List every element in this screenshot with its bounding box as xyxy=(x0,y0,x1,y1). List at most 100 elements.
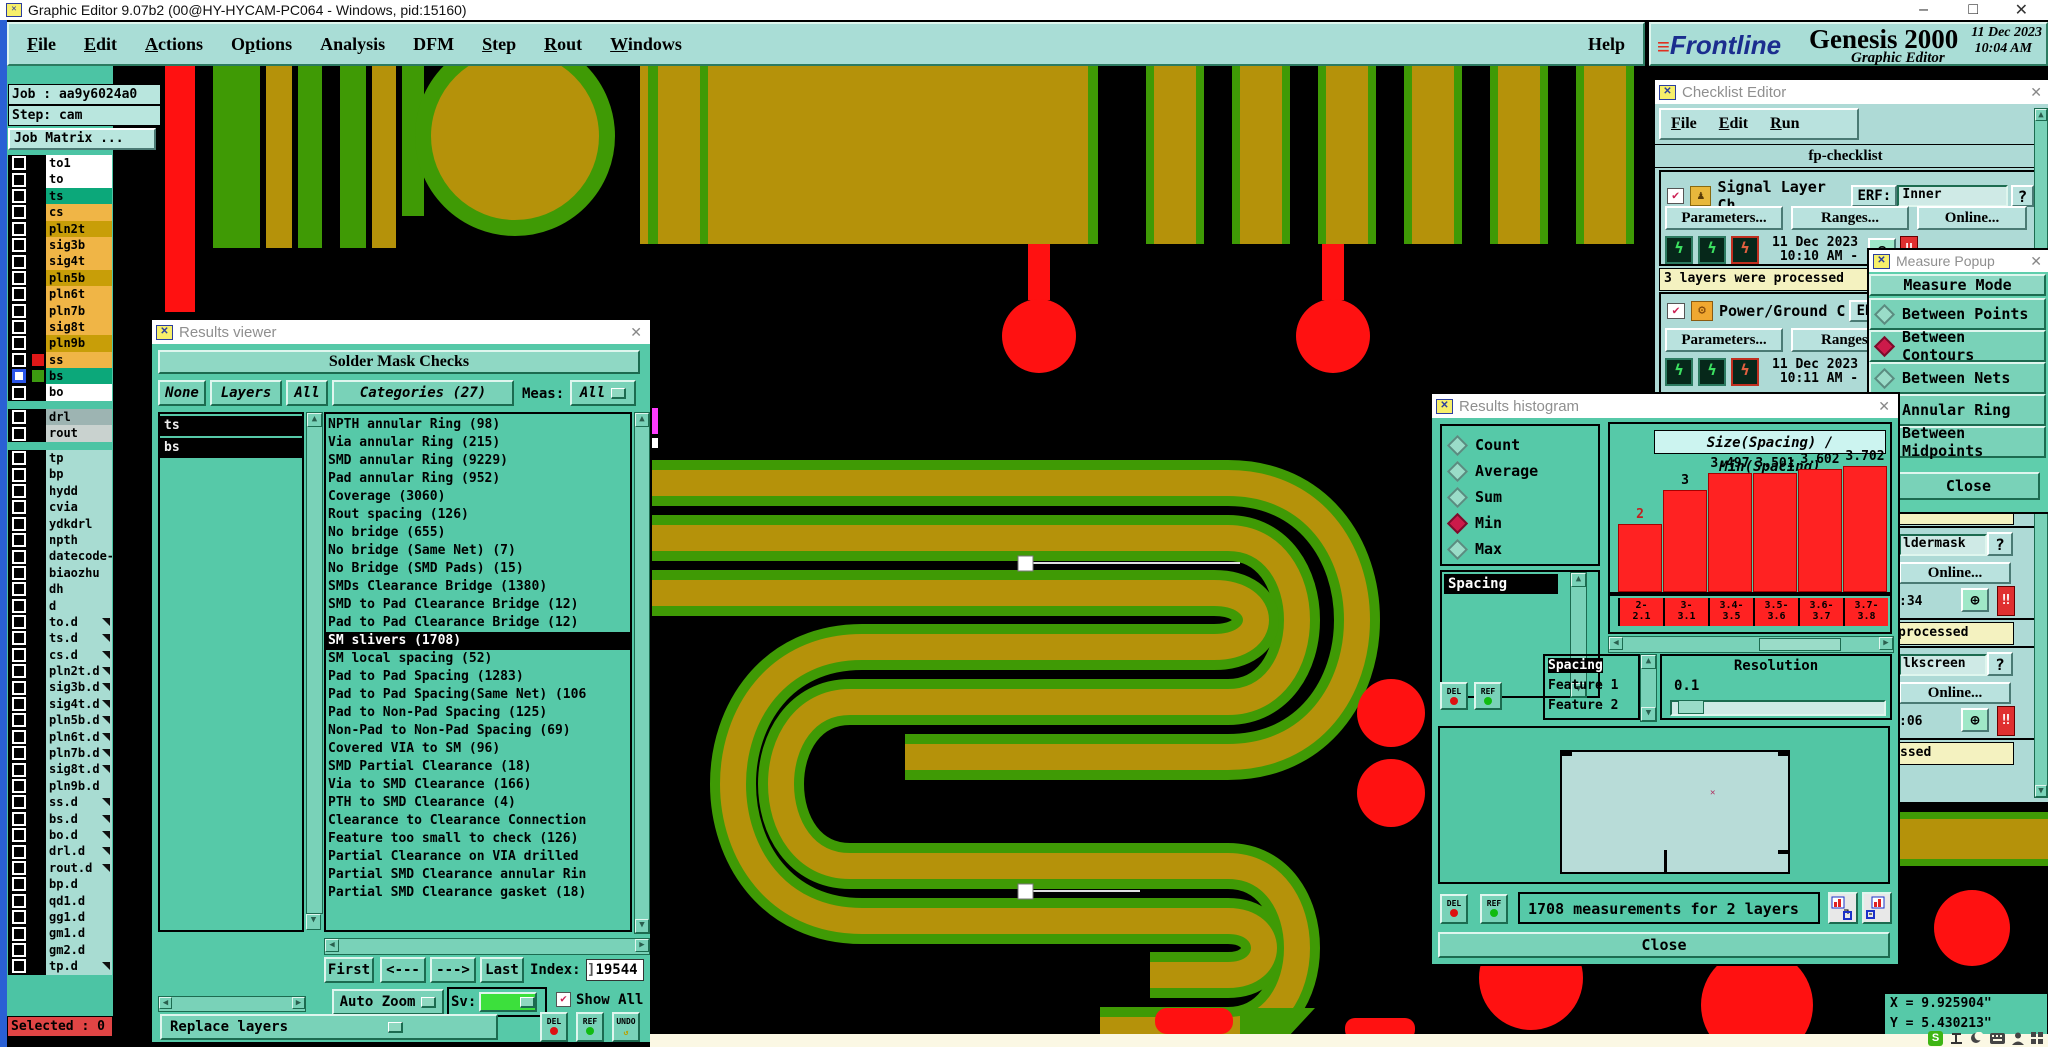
layer-color-chip[interactable] xyxy=(30,286,46,303)
run-all-icon[interactable]: ϟ xyxy=(1731,358,1759,386)
layer-color-chip[interactable] xyxy=(30,269,46,287)
stat-option-average[interactable]: Average xyxy=(1442,458,1598,484)
layer-visibility-checkbox[interactable] xyxy=(8,548,30,565)
layer-color-chip[interactable] xyxy=(30,384,46,401)
layer-color-chip[interactable] xyxy=(30,630,46,647)
run-selected-icon[interactable]: ϟ xyxy=(1698,358,1726,386)
menu-windows[interactable]: Windows xyxy=(610,34,682,55)
category-item[interactable]: SMDs Clearance Bridge (1380) xyxy=(326,578,630,596)
layer-visibility-checkbox[interactable] xyxy=(8,925,30,942)
layer-color-chip[interactable] xyxy=(30,892,46,909)
layer-row-dh[interactable]: dh xyxy=(8,581,112,598)
layer-row-qd1.d[interactable]: qd1.d xyxy=(8,892,112,909)
measure-option-between-points[interactable]: Between Points xyxy=(1869,298,2046,330)
erf-input[interactable]: ldermask xyxy=(1899,534,1987,556)
import-histogram-button[interactable] xyxy=(1862,892,1892,924)
layer-visibility-checkbox[interactable] xyxy=(8,515,30,532)
layer-visibility-checkbox[interactable] xyxy=(8,368,30,385)
zoom-result-button[interactable]: ⊕ xyxy=(1961,588,1989,612)
category-item[interactable]: Coverage (3060) xyxy=(326,488,630,506)
measure-close-button[interactable]: Close xyxy=(1897,472,2040,500)
layer-color-chip[interactable] xyxy=(30,482,46,500)
maximize-icon[interactable]: □ xyxy=(1968,1,1978,19)
measure-type-spacing[interactable]: Spacing xyxy=(1444,574,1558,594)
layer-color-chip[interactable] xyxy=(30,810,46,827)
layer-row-pln7b[interactable]: pln7b xyxy=(8,302,112,319)
category-item[interactable]: Pad annular Ring (952) xyxy=(326,470,630,488)
auto-zoom-dropdown[interactable]: Auto Zoom xyxy=(332,989,444,1015)
layer-visibility-checkbox[interactable] xyxy=(8,613,30,631)
layer-row-sig8t.d[interactable]: sig8t.d xyxy=(8,761,112,778)
layer-visibility-checkbox[interactable] xyxy=(8,761,30,778)
layer-row-rout.d[interactable]: rout.d xyxy=(8,859,112,877)
param-scrollbar[interactable]: ▲ ▼ xyxy=(1640,654,1657,722)
checklist-menu-edit[interactable]: Edit xyxy=(1719,115,1748,133)
footer-del-button[interactable]: DEL xyxy=(1440,894,1468,924)
layer-row-bp.d[interactable]: bp.d xyxy=(8,876,112,893)
layer-visibility-checkbox[interactable] xyxy=(8,482,30,500)
layer-visibility-checkbox[interactable] xyxy=(8,187,30,205)
parameters-button[interactable]: Parameters... xyxy=(1665,206,1783,230)
layer-row-bs.d[interactable]: bs.d xyxy=(8,810,112,827)
layer-row-pln6t.d[interactable]: pln6t.d xyxy=(8,728,112,746)
next-button[interactable]: ---> xyxy=(430,957,476,983)
layer-visibility-checkbox[interactable] xyxy=(8,384,30,401)
layer-row-hydd[interactable]: hydd xyxy=(8,482,112,500)
histogram-del-button[interactable]: DEL xyxy=(1440,682,1468,710)
parameters-button[interactable]: Parameters... xyxy=(1665,328,1783,352)
layer-row-to.d[interactable]: to.d xyxy=(8,613,112,631)
undo-button[interactable]: UNDO ↺ xyxy=(612,1012,640,1042)
layer-visibility-checkbox[interactable] xyxy=(8,335,30,352)
layer-visibility-checkbox[interactable] xyxy=(8,466,30,483)
layer-row-cs[interactable]: cs xyxy=(8,204,112,221)
close-icon[interactable]: ✕ xyxy=(2030,84,2042,101)
layer-visibility-checkbox[interactable] xyxy=(8,630,30,647)
stat-option-count[interactable]: Count xyxy=(1442,432,1598,458)
layer-visibility-checkbox[interactable] xyxy=(8,253,30,270)
layer-visibility-checkbox[interactable] xyxy=(8,409,30,426)
stat-option-max[interactable]: Max xyxy=(1442,536,1598,562)
scroll-up-icon[interactable]: ▲ xyxy=(1571,573,1586,587)
categories-list[interactable]: NPTH annular Ring (98) Via annular Ring (… xyxy=(324,412,632,932)
category-item[interactable]: SMD Partial Clearance (18) xyxy=(326,758,630,776)
layer-row-pln9b[interactable]: pln9b xyxy=(8,335,112,352)
category-item[interactable]: Partial SMD Clearance annular Rin xyxy=(326,866,630,884)
alert-button[interactable]: ‼ xyxy=(1997,586,2015,616)
category-item[interactable]: SM slivers (1708) xyxy=(326,632,630,650)
layer-visibility-checkbox[interactable] xyxy=(8,318,30,336)
layer-color-chip[interactable] xyxy=(30,663,46,680)
category-item[interactable]: Via annular Ring (215) xyxy=(326,434,630,452)
layer-row-pln9b.d[interactable]: pln9b.d xyxy=(8,777,112,795)
menu-dfm[interactable]: DFM xyxy=(413,34,454,55)
layer-visibility-checkbox[interactable] xyxy=(8,499,30,516)
layer-row-sig4t[interactable]: sig4t xyxy=(8,253,112,270)
layer-color-chip[interactable] xyxy=(30,826,46,844)
histogram-bar-3.7-3.8[interactable] xyxy=(1843,466,1887,592)
category-item[interactable]: Pad to Pad Spacing(Same Net) (106 xyxy=(326,686,630,704)
layer-color-chip[interactable] xyxy=(30,409,46,426)
layer-color-chip[interactable] xyxy=(30,777,46,795)
layer-row-ss[interactable]: ss xyxy=(8,351,112,369)
param-feature-1[interactable]: Feature 1 xyxy=(1545,676,1638,696)
index-input[interactable]: ]19544 xyxy=(586,959,644,981)
layer-row-bs[interactable]: bs xyxy=(8,368,112,385)
layer-color-chip[interactable] xyxy=(30,220,46,237)
layer-color-chip[interactable] xyxy=(30,171,46,188)
layer-row-gm1.d[interactable]: gm1.d xyxy=(8,925,112,942)
layer-color-chip[interactable] xyxy=(30,368,46,385)
layer-color-chip[interactable] xyxy=(30,204,46,221)
layer-visibility-checkbox[interactable] xyxy=(8,908,30,926)
layer-color-chip[interactable] xyxy=(30,531,46,549)
sv-color-dropdown[interactable] xyxy=(479,992,538,1012)
online-button[interactable]: Online... xyxy=(1899,682,2011,704)
layer-visibility-checkbox[interactable] xyxy=(8,564,30,582)
layer-visibility-checkbox[interactable] xyxy=(8,679,30,696)
layer-row-cvia[interactable]: cvia xyxy=(8,499,112,516)
layer-row-gm2.d[interactable]: gm2.d xyxy=(8,941,112,959)
replace-layers-dropdown[interactable]: Replace layers xyxy=(160,1014,498,1040)
layer-visibility-checkbox[interactable] xyxy=(8,220,30,237)
layer-color-chip[interactable] xyxy=(30,859,46,877)
layer-color-chip[interactable] xyxy=(30,335,46,352)
layer-row-to1[interactable]: to1 xyxy=(8,155,112,172)
layer-row-sig8t[interactable]: sig8t xyxy=(8,318,112,336)
